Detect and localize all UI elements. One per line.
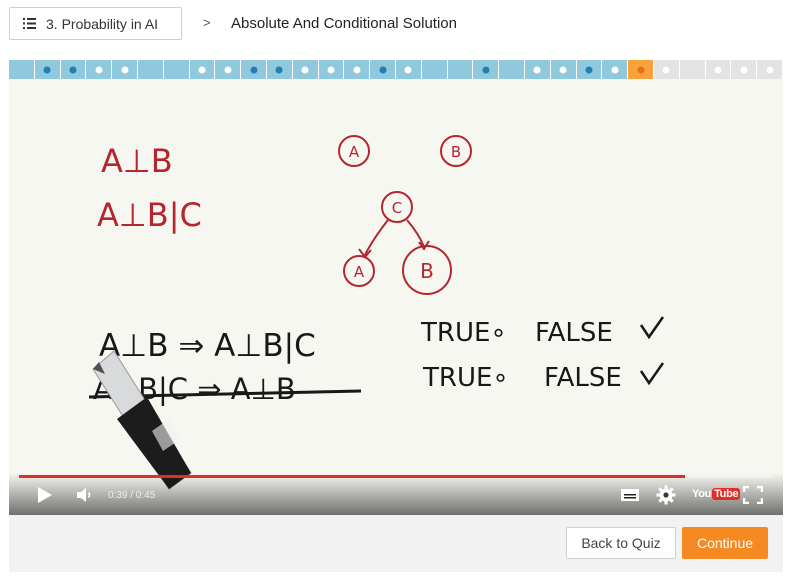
progress-dot (559, 66, 567, 73)
progress-segment[interactable] (731, 60, 758, 79)
progress-dot (353, 66, 361, 73)
progress-segment[interactable] (86, 60, 113, 79)
progress-dot (766, 66, 773, 73)
gear-icon (656, 485, 676, 505)
progress-dot (198, 66, 206, 73)
progress-segment[interactable] (163, 60, 190, 79)
youtube-logo[interactable]: You Tube (692, 488, 741, 500)
progress-dot (327, 66, 335, 73)
progress-segment[interactable] (705, 60, 732, 79)
video-player[interactable]: A⊥B A⊥B|C A B C A B A⊥B ⇒ A⊥B|C TRUE∘ FA… (9, 79, 783, 515)
progress-dot (301, 66, 309, 73)
progress-segment[interactable] (137, 60, 164, 79)
progress-segment[interactable] (757, 60, 783, 79)
progress-dot (95, 66, 103, 73)
progress-dot (533, 66, 541, 73)
progress-dot (611, 66, 619, 73)
footer-bar: Back to Quiz Continue (9, 515, 783, 572)
progress-segment[interactable] (653, 60, 680, 79)
fullscreen-button[interactable] (743, 484, 763, 506)
progress-segment[interactable] (60, 60, 87, 79)
progress-segment[interactable] (9, 60, 35, 79)
video-played-progress (19, 475, 686, 478)
progress-dot (69, 66, 77, 73)
progress-segment[interactable] (241, 60, 267, 79)
board-line-1: A⊥B (101, 142, 173, 180)
captions-icon (621, 489, 639, 501)
statement-1-false: FALSE (535, 318, 613, 348)
progress-dot (275, 66, 283, 73)
captions-button[interactable] (621, 484, 639, 506)
progress-segment[interactable] (550, 60, 577, 79)
progress-segment[interactable] (602, 60, 629, 79)
node-a2-label: A (354, 263, 365, 281)
progress-dot (740, 66, 748, 73)
progress-dot (379, 66, 387, 73)
statement-2-true: TRUE∘ (422, 363, 509, 393)
continue-button[interactable]: Continue (682, 527, 768, 559)
progress-dot (585, 66, 593, 73)
board-line-2: A⊥B|C (97, 196, 202, 234)
progress-dot (43, 66, 51, 73)
progress-segment[interactable] (447, 60, 474, 79)
progress-segment[interactable] (421, 60, 448, 79)
progress-segment[interactable] (499, 60, 525, 79)
progress-segment[interactable] (395, 60, 422, 79)
settings-button[interactable] (656, 484, 676, 506)
progress-dot (224, 66, 232, 73)
play-button[interactable] (35, 484, 53, 506)
whiteboard-drawing: A⊥B A⊥B|C A B C A B A⊥B ⇒ A⊥B|C TRUE∘ FA… (9, 79, 783, 515)
progress-dot (404, 66, 412, 73)
progress-segment[interactable] (473, 60, 500, 79)
statement-1-true: TRUE∘ (420, 318, 507, 348)
lesson-menu-button[interactable]: 3. Probability in AI (9, 7, 182, 40)
progress-dot (714, 66, 722, 73)
back-to-quiz-button[interactable]: Back to Quiz (566, 527, 676, 559)
volume-button[interactable] (76, 484, 94, 506)
node-b2-label: B (420, 259, 434, 283)
video-time: 0:39 / 0:45 (108, 490, 156, 501)
node-a-label: A (349, 143, 360, 161)
concept-title: Absolute And Conditional Solution (231, 15, 457, 32)
statement-1: A⊥B ⇒ A⊥B|C (99, 328, 316, 364)
progress-dot (637, 66, 645, 73)
progress-segment[interactable] (344, 60, 371, 79)
progress-segment[interactable] (628, 60, 654, 79)
progress-segment[interactable] (292, 60, 319, 79)
list-icon (23, 18, 36, 29)
progress-dot (121, 66, 129, 73)
node-c-label: C (392, 199, 402, 217)
fullscreen-icon (743, 486, 763, 504)
progress-segment[interactable] (215, 60, 242, 79)
progress-segment[interactable] (266, 60, 293, 79)
progress-segment[interactable] (576, 60, 603, 79)
progress-dot (250, 66, 258, 73)
progress-segment[interactable] (318, 60, 345, 79)
progress-segment[interactable] (524, 60, 551, 79)
lesson-progress-bar (9, 60, 783, 79)
progress-dot (662, 66, 670, 73)
progress-segment[interactable] (189, 60, 216, 79)
volume-icon (77, 488, 91, 502)
play-icon (38, 487, 52, 503)
video-seek-bar[interactable] (19, 475, 771, 478)
progress-dot (482, 66, 490, 73)
lesson-label: 3. Probability in AI (46, 15, 159, 32)
statement-2-false: FALSE (544, 363, 622, 393)
breadcrumb-separator: > (203, 15, 211, 30)
progress-segment[interactable] (112, 60, 138, 79)
progress-segment[interactable] (34, 60, 61, 79)
progress-segment[interactable] (370, 60, 396, 79)
node-b-label: B (451, 143, 461, 161)
progress-segment[interactable] (679, 60, 706, 79)
